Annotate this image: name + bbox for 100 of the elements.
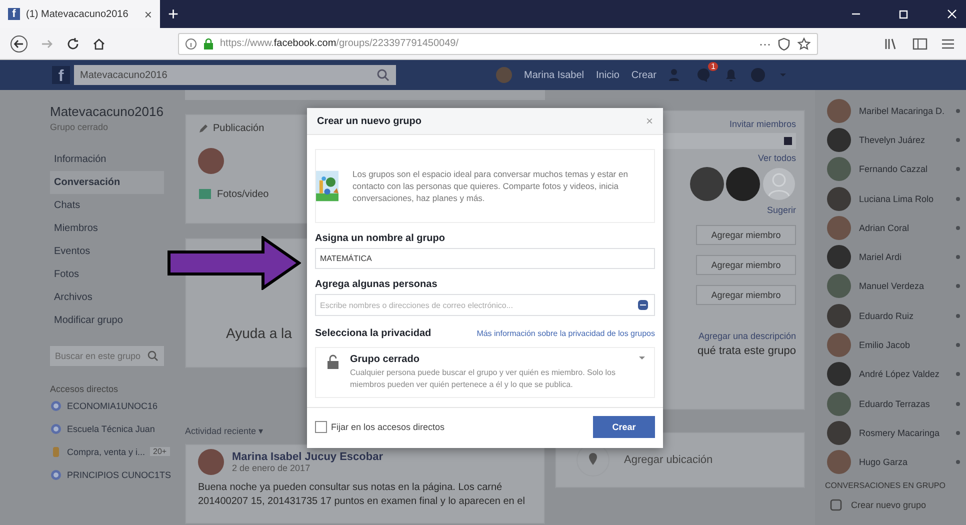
- shortcut-link[interactable]: Escuela Técnica Juan: [67, 424, 155, 434]
- avatar: [198, 449, 224, 475]
- star-icon[interactable]: [797, 36, 811, 50]
- new-tab-button[interactable]: +: [168, 4, 179, 24]
- member-avatar[interactable]: [726, 167, 760, 201]
- group-name-field[interactable]: MATEMÁTICA: [315, 248, 655, 269]
- member-avatar[interactable]: [690, 167, 724, 201]
- photo-icon: [198, 188, 212, 200]
- chat-contact[interactable]: Adrian Coral: [815, 213, 966, 242]
- group-search-field[interactable]: Buscar en este grupo: [50, 346, 164, 366]
- address-bar[interactable]: https://www.facebook.com/groups/223397791450049/ ···: [178, 32, 818, 54]
- people-field[interactable]: Escribe nombres o direcciones de correo electrónico...: [315, 294, 655, 316]
- chat-contact[interactable]: André López Valdez: [815, 360, 966, 389]
- privacy-dropdown[interactable]: Grupo cerrado Cualquier persona puede buscar el grupo y ver quién es miembro. Solo los miembros pueden ver quién pertenece a él y lo que se publica.: [315, 347, 655, 398]
- add-member-button[interactable]: Agregar miembro: [696, 225, 796, 245]
- chat-contact[interactable]: Fernando Cazzal: [815, 154, 966, 184]
- page-actions-button[interactable]: ···: [759, 36, 771, 50]
- online-dot-icon: [956, 226, 960, 230]
- page-icon: [50, 446, 62, 458]
- suggest-link[interactable]: Sugerir: [766, 205, 796, 215]
- post-date[interactable]: 2 de enero de 2017: [232, 463, 384, 473]
- chat-contact[interactable]: Thevelyn Juárez: [815, 125, 966, 155]
- nav-link[interactable]: Crear: [631, 70, 656, 80]
- add-location-link[interactable]: Agregar ubicación: [624, 454, 713, 466]
- create-button[interactable]: Crear: [593, 416, 655, 438]
- reload-icon[interactable]: [66, 36, 80, 50]
- group-chat-icon: [829, 498, 843, 512]
- add-member-button[interactable]: Agregar miembro: [696, 285, 796, 305]
- group-icon: [50, 400, 62, 412]
- online-dot-icon: [956, 284, 960, 288]
- shortcut-link[interactable]: ECONOMIA1UNOC16: [67, 400, 158, 410]
- facebook-favicon-icon: f: [8, 8, 20, 20]
- chat-contact[interactable]: Luciana Lima Rolo: [815, 184, 966, 214]
- chat-contact[interactable]: Manuel Verdeza: [815, 272, 966, 302]
- messenger-icon[interactable]: [696, 67, 712, 83]
- privacy-option-description: Cualquier persona puede buscar el grupo y ver quién es miembro. Solo los miembros pueden ver quién pertenece a él y lo que se publica.: [350, 367, 616, 391]
- online-dot-icon: [956, 402, 960, 406]
- chat-contact[interactable]: Hugo Garza: [815, 448, 966, 477]
- intro-text: Los grupos son el espacio ideal para conversar muchos temas y estar en contacto con las personas que quieres. Comparte fotos y videos, inicia conversaciones, haz planes y más.: [352, 168, 629, 204]
- sidebar-item[interactable]: Fotos: [50, 263, 164, 286]
- close-tab-button[interactable]: ×: [144, 6, 152, 22]
- profile-link[interactable]: Marina Isabel: [524, 70, 584, 80]
- restore-icon[interactable]: [898, 8, 910, 20]
- close-button[interactable]: ×: [646, 114, 653, 128]
- sidebar-icon[interactable]: [912, 36, 928, 50]
- sidebar-item[interactable]: Modificar grupo: [50, 309, 164, 332]
- privacy-info-link[interactable]: Más información sobre la privacidad de los grupos: [476, 329, 655, 338]
- padlock-icon: [326, 354, 340, 370]
- home-icon[interactable]: [92, 36, 106, 50]
- post-author[interactable]: Marina Isabel Jucuy Escobar: [232, 451, 384, 463]
- online-dot-icon: [956, 167, 960, 172]
- create-group-link[interactable]: Crear nuevo grupo: [851, 500, 926, 510]
- shield-icon[interactable]: [777, 36, 791, 50]
- search-icon[interactable]: [147, 350, 159, 362]
- shortcut-link[interactable]: PRINCIPIOS CUNOC1TS: [67, 470, 172, 480]
- chat-contact[interactable]: Maribel Macaringa D.: [815, 96, 966, 126]
- photo-video-button[interactable]: Fotos/video: [198, 188, 269, 200]
- padlock-icon: [203, 38, 214, 50]
- sidebar-item[interactable]: Información: [50, 148, 164, 171]
- online-dot-icon: [956, 138, 960, 142]
- activity-sort-dropdown[interactable]: Actividad reciente ▾: [185, 426, 264, 436]
- sidebar-item[interactable]: Conversación: [50, 171, 164, 194]
- checkbox-label: Fijar en los accesos directos: [331, 422, 445, 432]
- sidebar-item[interactable]: Eventos: [50, 240, 164, 263]
- browser-tab[interactable]: f (1) Matevacacuno2016 ×: [0, 0, 160, 28]
- facebook-logo-icon[interactable]: f: [52, 66, 70, 84]
- privacy-option-title: Grupo cerrado: [350, 354, 420, 365]
- search-field[interactable]: Matevacacuno2016: [74, 65, 396, 85]
- chat-contact[interactable]: Emilio Jacob: [815, 330, 966, 360]
- menu-icon[interactable]: [940, 36, 956, 50]
- field-label: Asigna un nombre al grupo: [315, 233, 446, 244]
- dialog-title: Crear un nuevo grupo: [317, 116, 422, 126]
- section-heading: CONVERSACIONES EN GRUPO: [825, 480, 946, 490]
- sidebar-item[interactable]: Chats: [50, 194, 164, 217]
- nav-link[interactable]: Inicio: [596, 70, 620, 80]
- chat-contact[interactable]: Rosmery Macaringa: [815, 418, 966, 448]
- group-name[interactable]: Matevacacuno2016: [50, 104, 164, 119]
- tab-title: (1) Matevacacuno2016: [26, 8, 130, 20]
- chat-contact[interactable]: Mariel Ardi: [815, 242, 966, 272]
- shortcut-link[interactable]: Compra, venta y i...: [67, 446, 146, 456]
- online-dot-icon: [956, 314, 960, 318]
- search-icon[interactable]: [376, 68, 390, 82]
- sidebar-item[interactable]: Miembros: [50, 217, 164, 240]
- invite-link[interactable]: Invitar miembros: [729, 119, 796, 129]
- chat-contact[interactable]: Eduardo Terrazas: [815, 388, 966, 418]
- post-tab[interactable]: Publicación: [198, 123, 264, 134]
- group-privacy-label: Grupo cerrado: [50, 122, 110, 132]
- add-description-link[interactable]: Agregar una descripción: [698, 331, 796, 341]
- add-member-button[interactable]: Agregar miembro: [696, 255, 796, 275]
- post-text: Buena noche ya pueden consultar sus notas en la página. Los carné 201400207 15, 201431735 17 puntos en examen final y lo aparecen en el: [198, 481, 526, 509]
- back-icon[interactable]: [10, 34, 28, 52]
- field-label: Agrega algunas personas: [315, 279, 438, 290]
- notification-badge: 1: [708, 62, 718, 71]
- sidebar-item[interactable]: Archivos: [50, 286, 164, 309]
- chat-contact[interactable]: Eduardo Ruiz: [815, 301, 966, 330]
- avatar: [198, 148, 224, 174]
- pin-checkbox[interactable]: [315, 421, 327, 433]
- close-icon[interactable]: [946, 8, 958, 20]
- see-all-link[interactable]: Ver todos: [758, 153, 796, 163]
- pencil-icon: [198, 124, 208, 134]
